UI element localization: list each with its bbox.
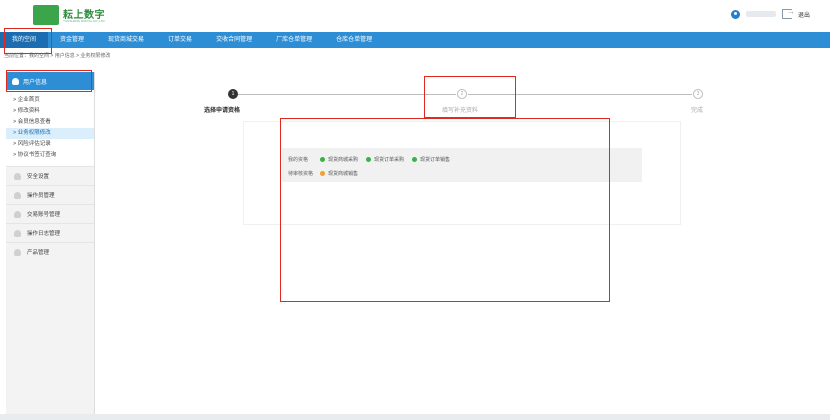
sidebar-header-user-info[interactable]: 用户信息 (6, 72, 94, 90)
person-icon (14, 191, 21, 199)
qualification-panel: 我的资格 现货商城采购 现货订单采购 现货订单销售 待审核资格 现货商城销售 (244, 122, 680, 224)
main-nav: 我的空间 资金管理 现货商城交易 订单交易 交收合同管理 厂库仓单管理 仓库仓单… (0, 32, 830, 48)
qualification-tag: 现货商城采购 (320, 156, 358, 163)
person-icon (14, 172, 21, 180)
pending-icon (320, 171, 325, 176)
bottom-bar (0, 414, 830, 420)
user-name-redacted[interactable] (745, 11, 776, 17)
logout-icon[interactable] (781, 7, 795, 19)
nav-my-space[interactable]: 我的空间 (0, 32, 49, 48)
qualification-tag: 现货订单采购 (366, 156, 404, 163)
nav-factory-receipts[interactable]: 厂库仓单管理 (264, 32, 324, 48)
sidebar-item-risk-records[interactable]: > 风险评估记录 (6, 139, 94, 150)
user-area: 退出 (730, 7, 810, 19)
step-2-label: 填写补充资料 (442, 108, 479, 114)
logout-link[interactable]: 退出 (798, 10, 810, 19)
breadcrumb: 当前位置：我的空间 > 用户信息 > 业务权限修改 (4, 53, 111, 59)
brand-subtitle: YUNSHANG DIGITAL CO.,LTD (63, 19, 105, 23)
person-icon (12, 77, 19, 85)
nav-funds[interactable]: 资金管理 (48, 32, 96, 48)
sidebar-item-company-home[interactable]: > 企业首页 (6, 95, 94, 106)
sidebar-item-agreements[interactable]: > 协议书签订查询 (6, 150, 94, 161)
step-connector (238, 94, 456, 95)
pending-tag: 现货商城销售 (320, 170, 358, 177)
header: 耘上数字 YUNSHANG DIGITAL CO.,LTD 退出 (0, 0, 830, 32)
nav-spot-mall[interactable]: 现货商城交易 (96, 32, 156, 48)
sidebar-header-label: 用户信息 (23, 79, 48, 86)
nav-orders[interactable]: 订单交易 (156, 32, 204, 48)
check-icon (366, 157, 372, 162)
my-qualifications-row: 我的资格 现货商城采购 现货订单采购 现货订单销售 (288, 156, 458, 163)
step-1-marker: 1 (228, 89, 238, 99)
sidebar-section-trading-accounts[interactable]: 交易账号管理 (6, 204, 94, 223)
sidebar-sub-list: > 企业首页 > 修改资料 > 会员信息查看 > 业务权限修改 > 风险评估记录… (6, 90, 94, 166)
step-3-marker: 3 (693, 89, 703, 99)
sidebar-section-logs[interactable]: 操作日志管理 (6, 223, 94, 242)
sidebar-item-member-info[interactable]: > 会员信息查看 (6, 117, 94, 128)
person-icon (14, 229, 21, 237)
brand-logo-icon (33, 5, 59, 25)
my-qualifications-label: 我的资格 (288, 157, 309, 163)
qualification-tag: 现货订单销售 (412, 156, 450, 163)
step-3-label: 完成 (691, 108, 704, 114)
step-indicator: 1 2 3 选择申请资格 填写补充资料 完成 (200, 86, 720, 116)
check-icon (320, 157, 325, 162)
sidebar-item-permission-edit[interactable]: > 业务权限修改 (6, 128, 94, 139)
sidebar: 用户信息 > 企业首页 > 修改资料 > 会员信息查看 > 业务权限修改 > 风… (6, 72, 95, 420)
step-connector (468, 94, 692, 95)
person-icon (14, 210, 21, 218)
sidebar-item-edit-profile[interactable]: > 修改资料 (6, 106, 94, 117)
user-avatar-icon[interactable] (730, 9, 740, 19)
nav-warehouse-receipts[interactable]: 仓库仓单管理 (324, 32, 384, 48)
pending-qualifications-row: 待审核资格 现货商城销售 (288, 170, 366, 177)
sidebar-section-operators[interactable]: 操作员管理 (6, 185, 94, 204)
person-icon (14, 248, 21, 256)
sidebar-section-products[interactable]: 产品管理 (6, 242, 94, 261)
step-1-label: 选择申请资格 (204, 108, 241, 114)
check-icon (412, 157, 418, 162)
sidebar-section-security[interactable]: 安全设置 (6, 166, 94, 185)
pending-qualifications-label: 待审核资格 (288, 171, 314, 177)
step-2-marker: 2 (457, 89, 467, 99)
nav-contracts[interactable]: 交收合同管理 (204, 32, 264, 48)
